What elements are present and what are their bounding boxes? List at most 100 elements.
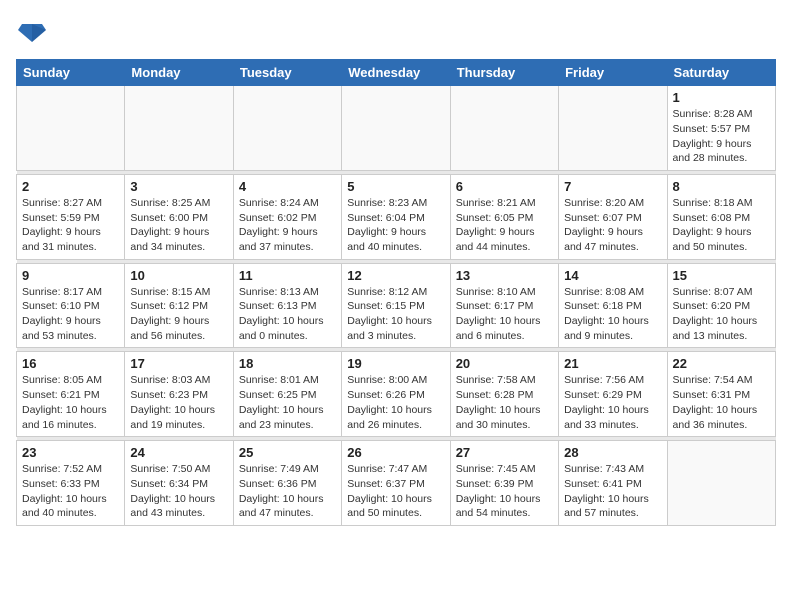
day-cell: 2 Sunrise: 8:27 AMSunset: 5:59 PMDaylight… [17,174,125,259]
calendar-table: SundayMondayTuesdayWednesdayThursdayFrid… [16,59,776,526]
day-cell: 7 Sunrise: 8:20 AMSunset: 6:07 PMDaylight… [559,174,667,259]
day-cell: 18 Sunrise: 8:01 AMSunset: 6:25 PMDayligh… [233,352,341,437]
day-number: 21 [564,356,661,371]
day-cell: 24 Sunrise: 7:50 AMSunset: 6:34 PMDayligh… [125,441,233,526]
week-row-4: 16Sunrise: 8:05 AMSunset: 6:21 PMDayligh… [17,352,776,437]
day-cell: 17 Sunrise: 8:03 AMSunset: 6:23 PMDayligh… [125,352,233,437]
weekday-header-tuesday: Tuesday [233,60,341,86]
day-cell: 6Sunrise: 8:21 AMSunset: 6:05 PMDaylight… [450,174,558,259]
day-number: 1 [673,90,770,105]
day-number: 14 [564,268,661,283]
day-number: 18 [239,356,336,371]
day-info: Sunrise: 7:58 AMSunset: 6:28 PMDaylight:… [456,373,553,432]
day-info: Sunrise: 8:23 AMSunset: 6:04 PMDaylight:… [347,196,444,255]
day-cell: 26 Sunrise: 7:47 AMSunset: 6:37 PMDayligh… [342,441,450,526]
weekday-header-wednesday: Wednesday [342,60,450,86]
day-cell: 11 Sunrise: 8:13 AMSunset: 6:13 PMDayligh… [233,263,341,348]
day-number: 13 [456,268,553,283]
day-number: 7 [564,179,661,194]
day-number: 12 [347,268,444,283]
day-cell: 20 Sunrise: 7:58 AMSunset: 6:28 PMDayligh… [450,352,558,437]
day-info: Sunrise: 8:15 AMSunset: 6:12 PMDaylight:… [130,285,227,344]
day-info: Sunrise: 8:13 AMSunset: 6:13 PMDaylight:… [239,285,336,344]
day-cell: 25 Sunrise: 7:49 AMSunset: 6:36 PMDayligh… [233,441,341,526]
day-cell [450,86,558,171]
day-info: Sunrise: 8:05 AMSunset: 6:21 PMDaylight:… [22,373,119,432]
day-cell [342,86,450,171]
day-info: Sunrise: 8:00 AMSunset: 6:26 PMDaylight:… [347,373,444,432]
day-info: Sunrise: 8:27 AMSunset: 5:59 PMDaylight:… [22,196,119,255]
day-cell [125,86,233,171]
day-info: Sunrise: 8:17 AMSunset: 6:10 PMDaylight:… [22,285,119,344]
week-row-1: 1 Sunrise: 8:28 AMSunset: 5:57 PMDaylight… [17,86,776,171]
day-cell: 12 Sunrise: 8:12 AMSunset: 6:15 PMDayligh… [342,263,450,348]
day-cell: 14 Sunrise: 8:08 AMSunset: 6:18 PMDayligh… [559,263,667,348]
weekday-header-saturday: Saturday [667,60,775,86]
day-cell: 19 Sunrise: 8:00 AMSunset: 6:26 PMDayligh… [342,352,450,437]
day-number: 15 [673,268,770,283]
day-number: 19 [347,356,444,371]
day-info: Sunrise: 8:20 AMSunset: 6:07 PMDaylight:… [564,196,661,255]
day-info: Sunrise: 8:25 AMSunset: 6:00 PMDaylight:… [130,196,227,255]
day-cell: 8Sunrise: 8:18 AMSunset: 6:08 PMDaylight… [667,174,775,259]
day-cell [667,441,775,526]
day-info: Sunrise: 8:07 AMSunset: 6:20 PMDaylight:… [673,285,770,344]
day-info: Sunrise: 8:10 AMSunset: 6:17 PMDaylight:… [456,285,553,344]
day-number: 26 [347,445,444,460]
day-info: Sunrise: 7:43 AMSunset: 6:41 PMDaylight:… [564,462,661,521]
day-cell: 28 Sunrise: 7:43 AMSunset: 6:41 PMDayligh… [559,441,667,526]
weekday-header-sunday: Sunday [17,60,125,86]
day-cell [17,86,125,171]
day-cell [559,86,667,171]
day-cell: 4 Sunrise: 8:24 AMSunset: 6:02 PMDaylight… [233,174,341,259]
day-info: Sunrise: 7:54 AMSunset: 6:31 PMDaylight:… [673,373,770,432]
day-info: Sunrise: 8:24 AMSunset: 6:02 PMDaylight:… [239,196,336,255]
day-number: 11 [239,268,336,283]
week-row-3: 9 Sunrise: 8:17 AMSunset: 6:10 PMDaylight… [17,263,776,348]
day-number: 3 [130,179,227,194]
day-number: 25 [239,445,336,460]
day-info: Sunrise: 8:01 AMSunset: 6:25 PMDaylight:… [239,373,336,432]
day-cell: 5 Sunrise: 8:23 AMSunset: 6:04 PMDaylight… [342,174,450,259]
day-info: Sunrise: 8:12 AMSunset: 6:15 PMDaylight:… [347,285,444,344]
day-number: 10 [130,268,227,283]
day-info: Sunrise: 8:18 AMSunset: 6:08 PMDaylight:… [673,196,770,255]
day-number: 24 [130,445,227,460]
day-number: 9 [22,268,119,283]
day-number: 5 [347,179,444,194]
day-cell: 15 Sunrise: 8:07 AMSunset: 6:20 PMDayligh… [667,263,775,348]
day-cell: 10 Sunrise: 8:15 AMSunset: 6:12 PMDayligh… [125,263,233,348]
day-number: 2 [22,179,119,194]
day-info: Sunrise: 7:49 AMSunset: 6:36 PMDaylight:… [239,462,336,521]
day-number: 20 [456,356,553,371]
day-info: Sunrise: 8:28 AMSunset: 5:57 PMDaylight:… [673,107,770,166]
logo [16,16,46,49]
day-cell: 1 Sunrise: 8:28 AMSunset: 5:57 PMDaylight… [667,86,775,171]
day-number: 28 [564,445,661,460]
day-number: 4 [239,179,336,194]
day-cell: 27 Sunrise: 7:45 AMSunset: 6:39 PMDayligh… [450,441,558,526]
day-cell: 9 Sunrise: 8:17 AMSunset: 6:10 PMDaylight… [17,263,125,348]
page-header [16,16,776,49]
day-cell: 22Sunrise: 7:54 AMSunset: 6:31 PMDayligh… [667,352,775,437]
day-cell [233,86,341,171]
day-info: Sunrise: 7:56 AMSunset: 6:29 PMDaylight:… [564,373,661,432]
day-info: Sunrise: 7:45 AMSunset: 6:39 PMDaylight:… [456,462,553,521]
day-number: 27 [456,445,553,460]
day-cell: 3 Sunrise: 8:25 AMSunset: 6:00 PMDaylight… [125,174,233,259]
day-cell: 21 Sunrise: 7:56 AMSunset: 6:29 PMDayligh… [559,352,667,437]
weekday-header-monday: Monday [125,60,233,86]
week-row-5: 23Sunrise: 7:52 AMSunset: 6:33 PMDayligh… [17,441,776,526]
day-cell: 23Sunrise: 7:52 AMSunset: 6:33 PMDayligh… [17,441,125,526]
day-info: Sunrise: 8:03 AMSunset: 6:23 PMDaylight:… [130,373,227,432]
weekday-header-row: SundayMondayTuesdayWednesdayThursdayFrid… [17,60,776,86]
day-number: 17 [130,356,227,371]
weekday-header-thursday: Thursday [450,60,558,86]
day-info: Sunrise: 7:50 AMSunset: 6:34 PMDaylight:… [130,462,227,521]
weekday-header-friday: Friday [559,60,667,86]
day-info: Sunrise: 7:47 AMSunset: 6:37 PMDaylight:… [347,462,444,521]
week-row-2: 2 Sunrise: 8:27 AMSunset: 5:59 PMDaylight… [17,174,776,259]
day-number: 23 [22,445,119,460]
day-info: Sunrise: 8:08 AMSunset: 6:18 PMDaylight:… [564,285,661,344]
day-cell: 16Sunrise: 8:05 AMSunset: 6:21 PMDayligh… [17,352,125,437]
